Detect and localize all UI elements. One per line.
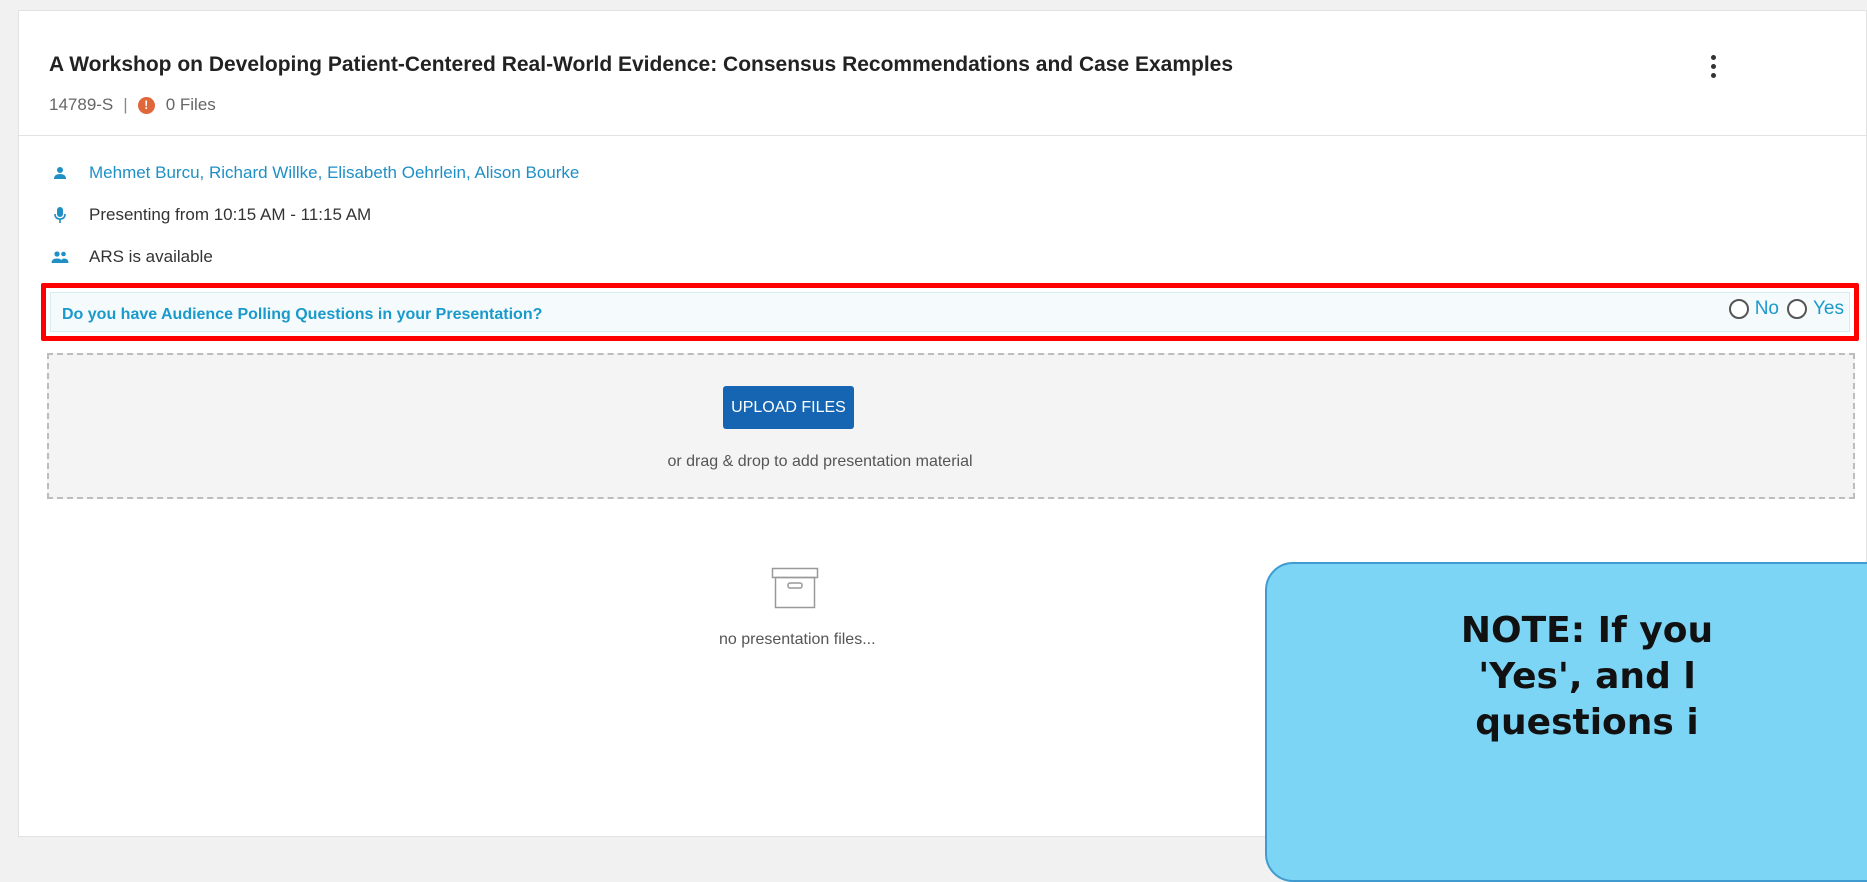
ars-row: ARS is available xyxy=(51,247,213,267)
radio-no-circle[interactable] xyxy=(1728,299,1749,319)
alert-icon: ! xyxy=(137,96,155,114)
empty-files-text: no presentation files... xyxy=(719,631,876,648)
authors-link[interactable]: Mehmet Burcu, Richard Willke, Elisabeth … xyxy=(89,163,579,183)
microphone-icon xyxy=(51,206,69,224)
radio-yes-label: Yes xyxy=(1813,298,1844,319)
presenting-time: Presenting from 10:15 AM - 11:15 AM xyxy=(89,205,372,224)
files-count: 0 Files xyxy=(165,95,216,114)
file-dropzone[interactable]: UPLOAD FILES or drag & drop to add prese… xyxy=(47,353,1855,499)
session-header: A Workshop on Developing Patient-Centere… xyxy=(19,11,1866,136)
polling-question: Do you have Audience Polling Questions i… xyxy=(62,306,543,323)
session-title: A Workshop on Developing Patient-Centere… xyxy=(49,53,1234,76)
radio-no-label: No xyxy=(1754,298,1779,319)
polling-radio-group: No Yes xyxy=(1721,298,1844,320)
archive-box-icon xyxy=(771,567,819,609)
upload-files-button[interactable]: UPLOAD FILES xyxy=(723,386,854,429)
presenting-row: Presenting from 10:15 AM - 11:15 AM xyxy=(51,205,371,225)
radio-no[interactable]: No xyxy=(1728,298,1779,320)
note-callout: NOTE: If you 'Yes', and l questions i xyxy=(1265,562,1867,882)
session-meta: 14789-S | ! 0 Files xyxy=(49,95,216,115)
group-icon xyxy=(51,248,69,266)
radio-yes-circle[interactable] xyxy=(1787,299,1807,319)
meta-separator: | xyxy=(123,95,128,114)
polling-question-highlight: Do you have Audience Polling Questions i… xyxy=(41,283,1859,341)
session-code: 14789-S xyxy=(49,95,114,114)
kebab-menu-icon[interactable] xyxy=(1704,55,1722,85)
polling-question-panel: Do you have Audience Polling Questions i… xyxy=(50,292,1850,332)
note-text: NOTE: If you 'Yes', and l questions i xyxy=(1460,610,1714,743)
authors-row: Mehmet Burcu, Richard Willke, Elisabeth … xyxy=(51,163,579,183)
ars-status: ARS is available xyxy=(89,247,213,266)
person-icon xyxy=(51,164,69,182)
dropzone-hint: or drag & drop to add presentation mater… xyxy=(667,453,973,470)
radio-yes[interactable]: Yes xyxy=(1787,298,1844,320)
